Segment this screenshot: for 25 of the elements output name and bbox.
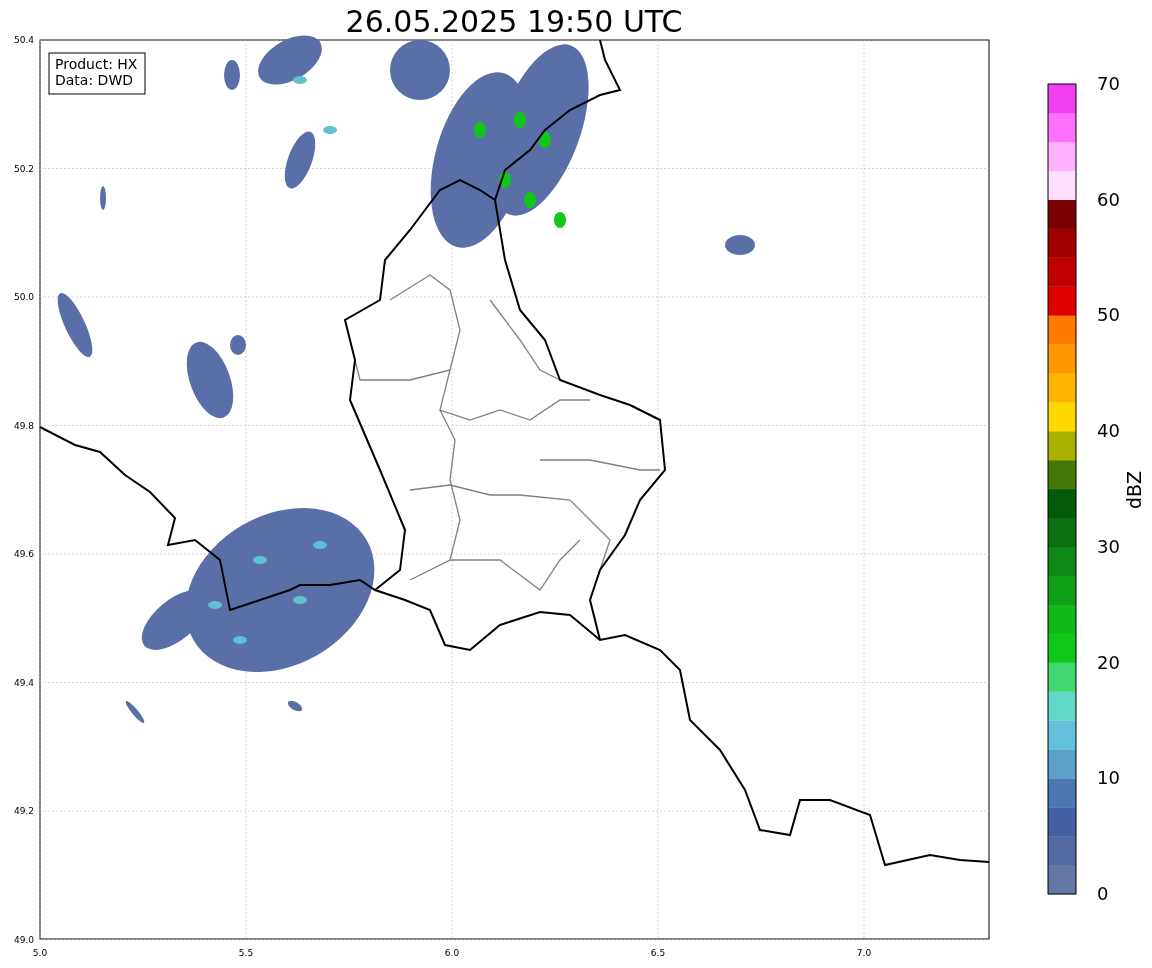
x-tick-label: 5.0 bbox=[32, 948, 48, 958]
colorbar-tick-label: 0 bbox=[1097, 883, 1109, 904]
info-text: Data: DWD bbox=[55, 72, 133, 88]
colorbar-tick-label: 50 bbox=[1097, 304, 1120, 326]
y-tick-label: 50.0 bbox=[13, 292, 34, 302]
y-tick-label: 50.4 bbox=[13, 35, 34, 45]
y-tick-label: 49.2 bbox=[13, 806, 34, 816]
colorbar-tick-label: 40 bbox=[1097, 420, 1120, 442]
colorbar-label: dBZ bbox=[1123, 470, 1145, 510]
x-tick-label: 7.0 bbox=[856, 948, 872, 958]
x-tick-label: 6.5 bbox=[650, 948, 666, 958]
colorbar-tick-label: 30 bbox=[1097, 535, 1120, 557]
x-tick-label: 6.0 bbox=[444, 948, 460, 958]
colorbar-tick-label: 10 bbox=[1097, 767, 1120, 789]
chart-title: 26.05.2025 19:50 UTC bbox=[345, 4, 683, 39]
colorbar-tick-label: 60 bbox=[1097, 188, 1120, 210]
x-tick-label: 5.5 bbox=[238, 948, 254, 958]
info-text: Product: HX bbox=[55, 56, 138, 72]
y-tick-label: 49.0 bbox=[13, 934, 34, 945]
colorbar-tick-label: 70 bbox=[1097, 73, 1120, 94]
y-tick-label: 49.4 bbox=[13, 677, 34, 688]
y-tick-label: 50.2 bbox=[13, 163, 34, 174]
y-tick-label: 49.8 bbox=[13, 420, 34, 431]
y-tick-label: 49.6 bbox=[13, 549, 34, 559]
colorbar-tick-label: 20 bbox=[1097, 651, 1120, 673]
